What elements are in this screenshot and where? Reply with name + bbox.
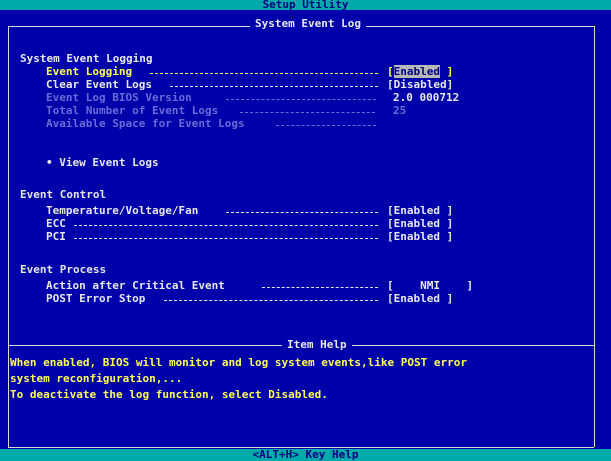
pci-label[interactable]: PCI (46, 231, 66, 243)
ecc-label[interactable]: ECC (46, 218, 66, 230)
event-logging-value[interactable]: [Enabled ] (387, 65, 453, 78)
bios-version-value: 2.0 000712 (393, 91, 460, 104)
available-space-label: Available Space for Event Logs (46, 117, 245, 130)
help-line-2: system reconfiguration,... (10, 372, 183, 385)
frame-right-border (594, 26, 595, 447)
pci-leader (74, 238, 378, 239)
clear-event-logs-value[interactable]: [Disabled] (387, 79, 453, 91)
post-error-stop-value[interactable]: [Enabled ] (387, 293, 453, 305)
pci-value[interactable]: [Enabled ] (387, 231, 453, 243)
temperature-value[interactable]: [Enabled ] (387, 205, 453, 217)
temperature-leader (226, 212, 378, 213)
item-help-title: Item Help (282, 339, 352, 351)
clear-event-logs-leader (170, 86, 378, 87)
section-heading-control: Event Control (20, 188, 107, 201)
critical-event-label[interactable]: Action after Critical Event (46, 280, 225, 292)
bios-version-leader (226, 99, 376, 100)
available-space-leader (276, 125, 376, 126)
window-title: Setup Utility (0, 0, 611, 10)
panel-title: System Event Log (250, 18, 366, 30)
total-events-leader (240, 112, 375, 113)
total-events-label: Total Number of Event Logs (46, 104, 219, 117)
total-events-value: 25 (393, 104, 407, 117)
critical-event-value[interactable]: [ NMI ] (387, 280, 473, 292)
event-logging-label[interactable]: Event Logging (46, 66, 132, 78)
ecc-leader (74, 225, 378, 226)
key-help-bar: <ALT+H> Key Help (0, 449, 611, 461)
event-logging-leader (150, 73, 378, 74)
ecc-value[interactable]: [Enabled ] (387, 218, 453, 230)
critical-event-leader (262, 287, 378, 288)
help-line-1: When enabled, BIOS will monitor and log … (10, 356, 467, 369)
temperature-label[interactable]: Temperature/Voltage/Fan (46, 205, 198, 217)
view-event-logs-link[interactable]: • View Event Logs (46, 157, 159, 169)
help-line-3: To deactivate the log function, select D… (10, 388, 328, 401)
section-heading-logging: System Event Logging (20, 52, 153, 65)
clear-event-logs-label[interactable]: Clear Event Logs (46, 79, 152, 91)
frame-left-border (8, 26, 9, 447)
post-error-stop-label[interactable]: POST Error Stop (46, 293, 145, 305)
event-logging-selected[interactable]: Enabled (393, 65, 440, 78)
section-heading-process: Event Process (20, 263, 107, 276)
bios-version-label: Event Log BIOS Version (46, 91, 192, 104)
post-error-stop-leader (164, 300, 378, 301)
